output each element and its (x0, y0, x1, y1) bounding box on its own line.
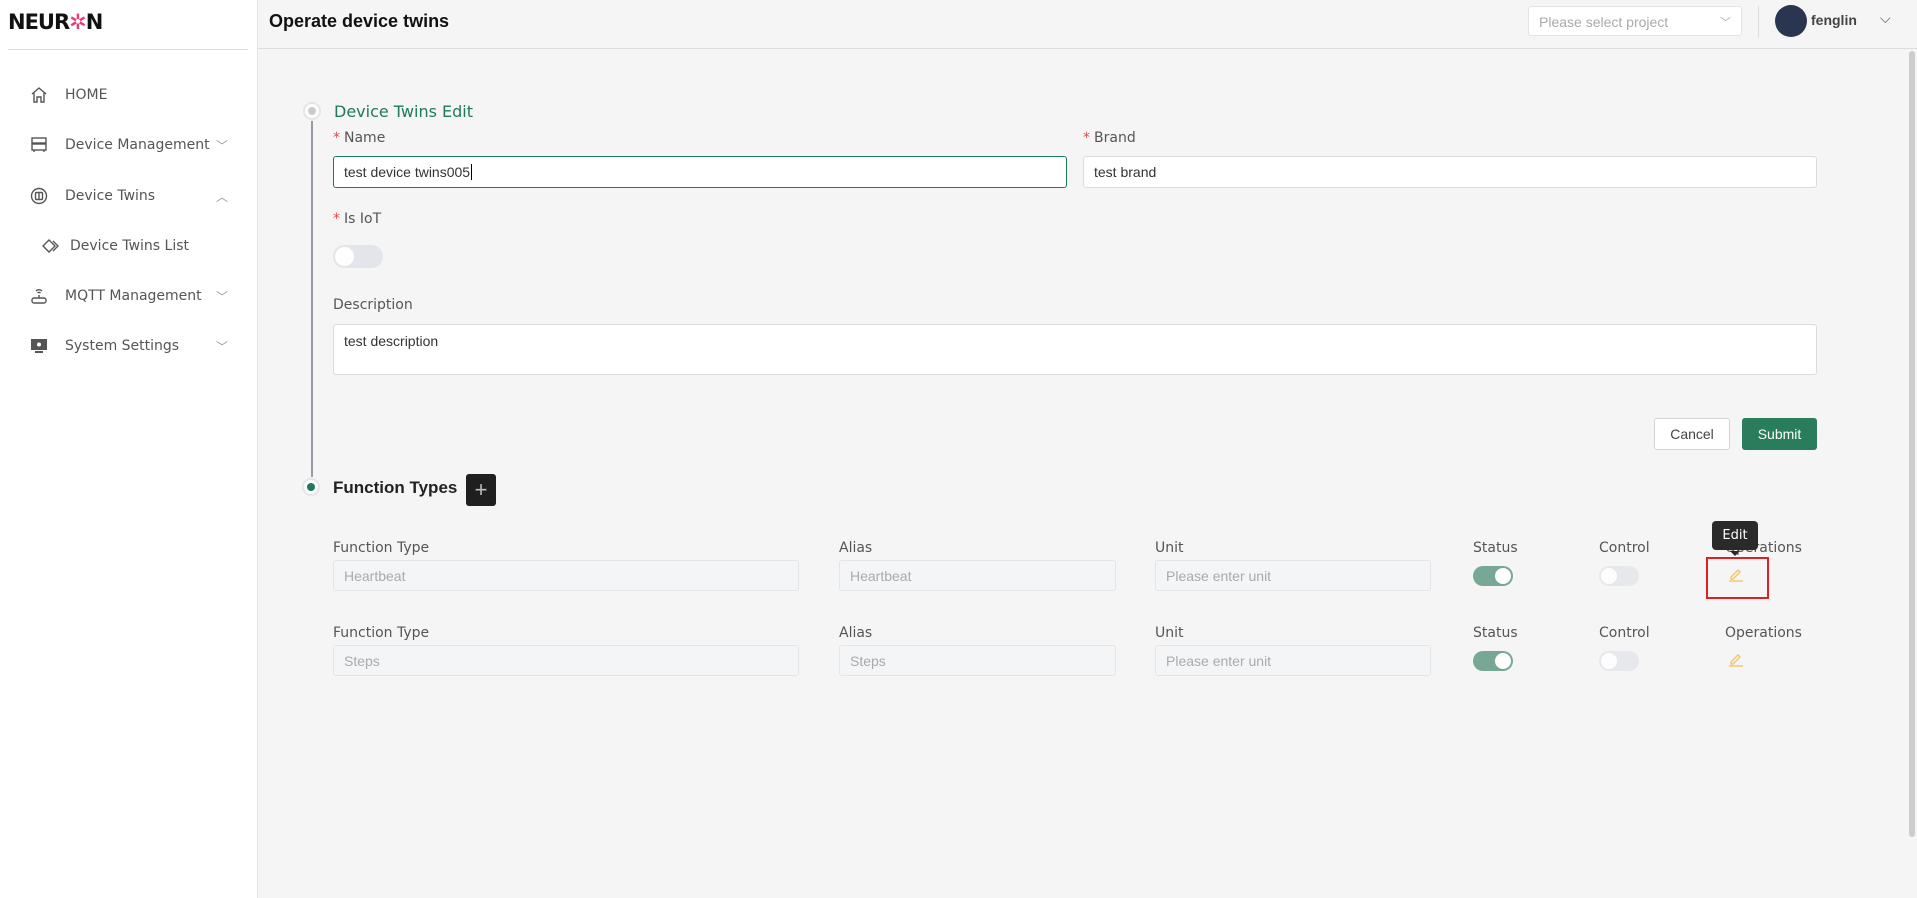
control-toggle[interactable] (1599, 651, 1639, 671)
project-select[interactable]: Please select project ﹀ (1528, 6, 1742, 36)
control-toggle[interactable] (1599, 566, 1639, 586)
column-label-alias: Alias (839, 540, 873, 556)
column-label-type: Function Type (333, 625, 430, 641)
sidebar-item-label: MQTT Management (65, 288, 202, 304)
sidebar-item-device-management[interactable]: Device Management ﹀ (28, 133, 228, 157)
step-indicator-1 (303, 102, 321, 120)
highlight-box (1706, 557, 1769, 599)
chevron-down-icon: ﹀ (215, 289, 228, 304)
cancel-button[interactable]: Cancel (1654, 418, 1730, 450)
sidebar-item-device-twins-list[interactable]: Device Twins List (40, 234, 240, 258)
add-function-type-button[interactable]: + (466, 474, 496, 506)
router-icon (28, 286, 50, 306)
is-iot-toggle[interactable] (333, 245, 383, 268)
column-label-unit: Unit (1155, 540, 1184, 556)
sidebar-item-label: Device Management (65, 137, 210, 153)
divider (1758, 6, 1759, 38)
sidebar-item-home[interactable]: HOME (28, 83, 228, 107)
avatar[interactable] (1775, 5, 1807, 37)
chevron-down-icon: ﹀ (215, 339, 228, 354)
section-title: Device Twins Edit (334, 102, 474, 121)
name-label: * Name (333, 130, 386, 146)
column-label-status: Status (1473, 625, 1518, 641)
sidebar-item-label: Device Twins (65, 188, 156, 204)
server-icon (28, 135, 50, 155)
column-label-operations: Operations (1725, 625, 1802, 641)
sidebar-item-device-twins[interactable]: Device Twins ︿ (28, 184, 228, 208)
edit-tooltip: Edit (1712, 521, 1758, 556)
user-name[interactable]: fenglin (1811, 12, 1857, 28)
header: Operate device twins Please select proje… (258, 0, 1917, 49)
chevron-down-icon[interactable]: ⌵ (1880, 10, 1891, 27)
project-select-placeholder: Please select project (1539, 14, 1669, 30)
step-indicator-2 (302, 478, 320, 496)
step-connector (311, 121, 313, 477)
column-label-control: Control (1599, 540, 1650, 556)
column-label-control: Control (1599, 625, 1650, 641)
name-input[interactable]: test device twins005 (333, 156, 1067, 188)
function-type-input[interactable]: Heartbeat (333, 560, 799, 591)
description-textarea[interactable]: test description (333, 324, 1817, 375)
scrollbar[interactable] (1909, 51, 1915, 837)
page-title: Operate device twins (269, 11, 450, 31)
column-label-type: Function Type (333, 540, 430, 556)
status-toggle[interactable] (1473, 566, 1513, 586)
brand-input[interactable]: test brand (1083, 156, 1817, 188)
home-icon (28, 85, 50, 105)
unit-input[interactable]: Please enter unit (1155, 560, 1431, 591)
description-label: Description (333, 297, 413, 313)
sidebar: NEUR✲N HOME Device Management ﹀ Device Tw… (0, 0, 258, 898)
function-type-input[interactable]: Steps (333, 645, 799, 676)
function-types-title: Function Types (333, 478, 458, 497)
column-label-unit: Unit (1155, 625, 1184, 641)
is-iot-label: * Is IoT (333, 211, 382, 227)
sidebar-item-label: System Settings (65, 338, 180, 354)
unit-input[interactable]: Please enter unit (1155, 645, 1431, 676)
device-twins-icon (28, 186, 50, 206)
alias-input[interactable]: Heartbeat (839, 560, 1116, 591)
sidebar-item-system-settings[interactable]: System Settings ﹀ (28, 334, 228, 358)
chevron-down-icon: ﹀ (215, 138, 228, 153)
column-label-alias: Alias (839, 625, 873, 641)
sidebar-item-label: Device Twins List (70, 238, 189, 254)
brand-label: * Brand (1083, 130, 1136, 146)
diamond-icon (40, 236, 62, 256)
status-toggle[interactable] (1473, 651, 1513, 671)
column-label-status: Status (1473, 540, 1518, 556)
neuron-logo: NEUR✲N (8, 10, 103, 34)
edit-icon[interactable] (1727, 650, 1747, 670)
submit-button[interactable]: Submit (1742, 418, 1817, 450)
chevron-down-icon: ﹀ (1720, 17, 1731, 29)
chevron-up-icon: ︿ (215, 189, 228, 204)
divider (8, 49, 248, 50)
monitor-icon (28, 336, 50, 356)
sidebar-item-label: HOME (65, 87, 108, 103)
alias-input[interactable]: Steps (839, 645, 1116, 676)
sidebar-item-mqtt-management[interactable]: MQTT Management ﹀ (28, 284, 228, 308)
